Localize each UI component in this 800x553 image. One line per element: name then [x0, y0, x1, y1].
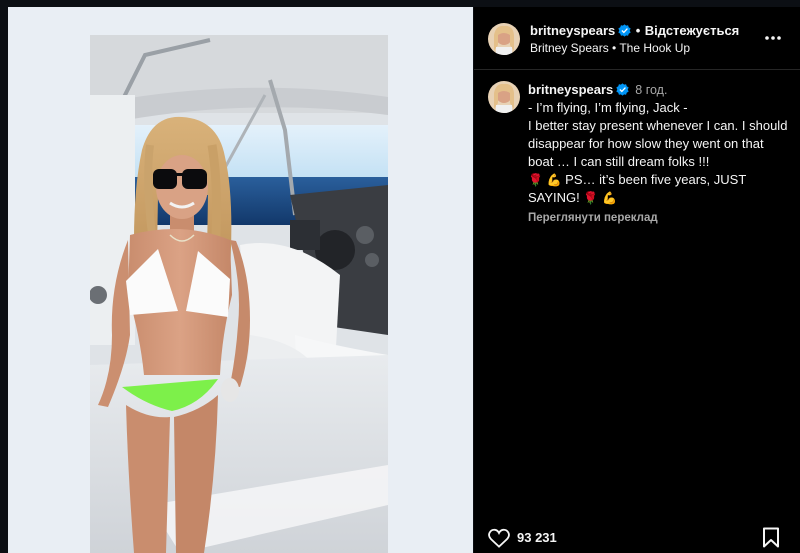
avatar[interactable]: [488, 23, 520, 55]
caption-body: britneyspears 8 год. - I’m flying, I’m fl…: [528, 81, 790, 227]
caption-ps: PS… it’s been five years, JUST: [565, 172, 747, 187]
rose-emoji: 🌹: [583, 191, 599, 205]
post-info-panel: britneyspears • Відстежується Britney Sp…: [474, 7, 800, 553]
post-time[interactable]: 8 год.: [635, 83, 667, 97]
caption-line: - I’m flying, I’m flying, Jack -: [528, 100, 688, 115]
rose-emoji: 🌹: [528, 173, 543, 187]
caption-line: I better stay present whenever I can. I …: [528, 118, 788, 169]
translate-link[interactable]: Переглянути переклад: [528, 209, 790, 227]
verified-badge-icon: [618, 24, 631, 37]
post-header: britneyspears • Відстежується Britney Sp…: [474, 7, 800, 70]
caption-saying: SAYING!: [528, 190, 580, 205]
media-panel: [8, 7, 473, 553]
likes-count[interactable]: 93 231: [517, 530, 557, 545]
action-bar: 93 231: [474, 519, 800, 553]
separator-dot: •: [635, 23, 641, 38]
bookmark-icon[interactable]: [762, 527, 780, 548]
top-strip: [0, 0, 800, 7]
follow-status-button[interactable]: Відстежується: [645, 23, 740, 38]
flexed-arm-emoji: 💪: [546, 173, 562, 187]
audio-link[interactable]: Britney Spears • The Hook Up: [530, 41, 690, 55]
flexed-arm-emoji: 💪: [601, 191, 617, 205]
verified-badge-icon: [616, 83, 629, 96]
post-video[interactable]: [90, 35, 388, 553]
caption-avatar[interactable]: [488, 81, 520, 113]
more-options-icon[interactable]: [764, 29, 782, 47]
username[interactable]: britneyspears: [530, 23, 615, 38]
caption-username[interactable]: britneyspears: [528, 82, 613, 97]
heart-icon[interactable]: [488, 528, 510, 548]
